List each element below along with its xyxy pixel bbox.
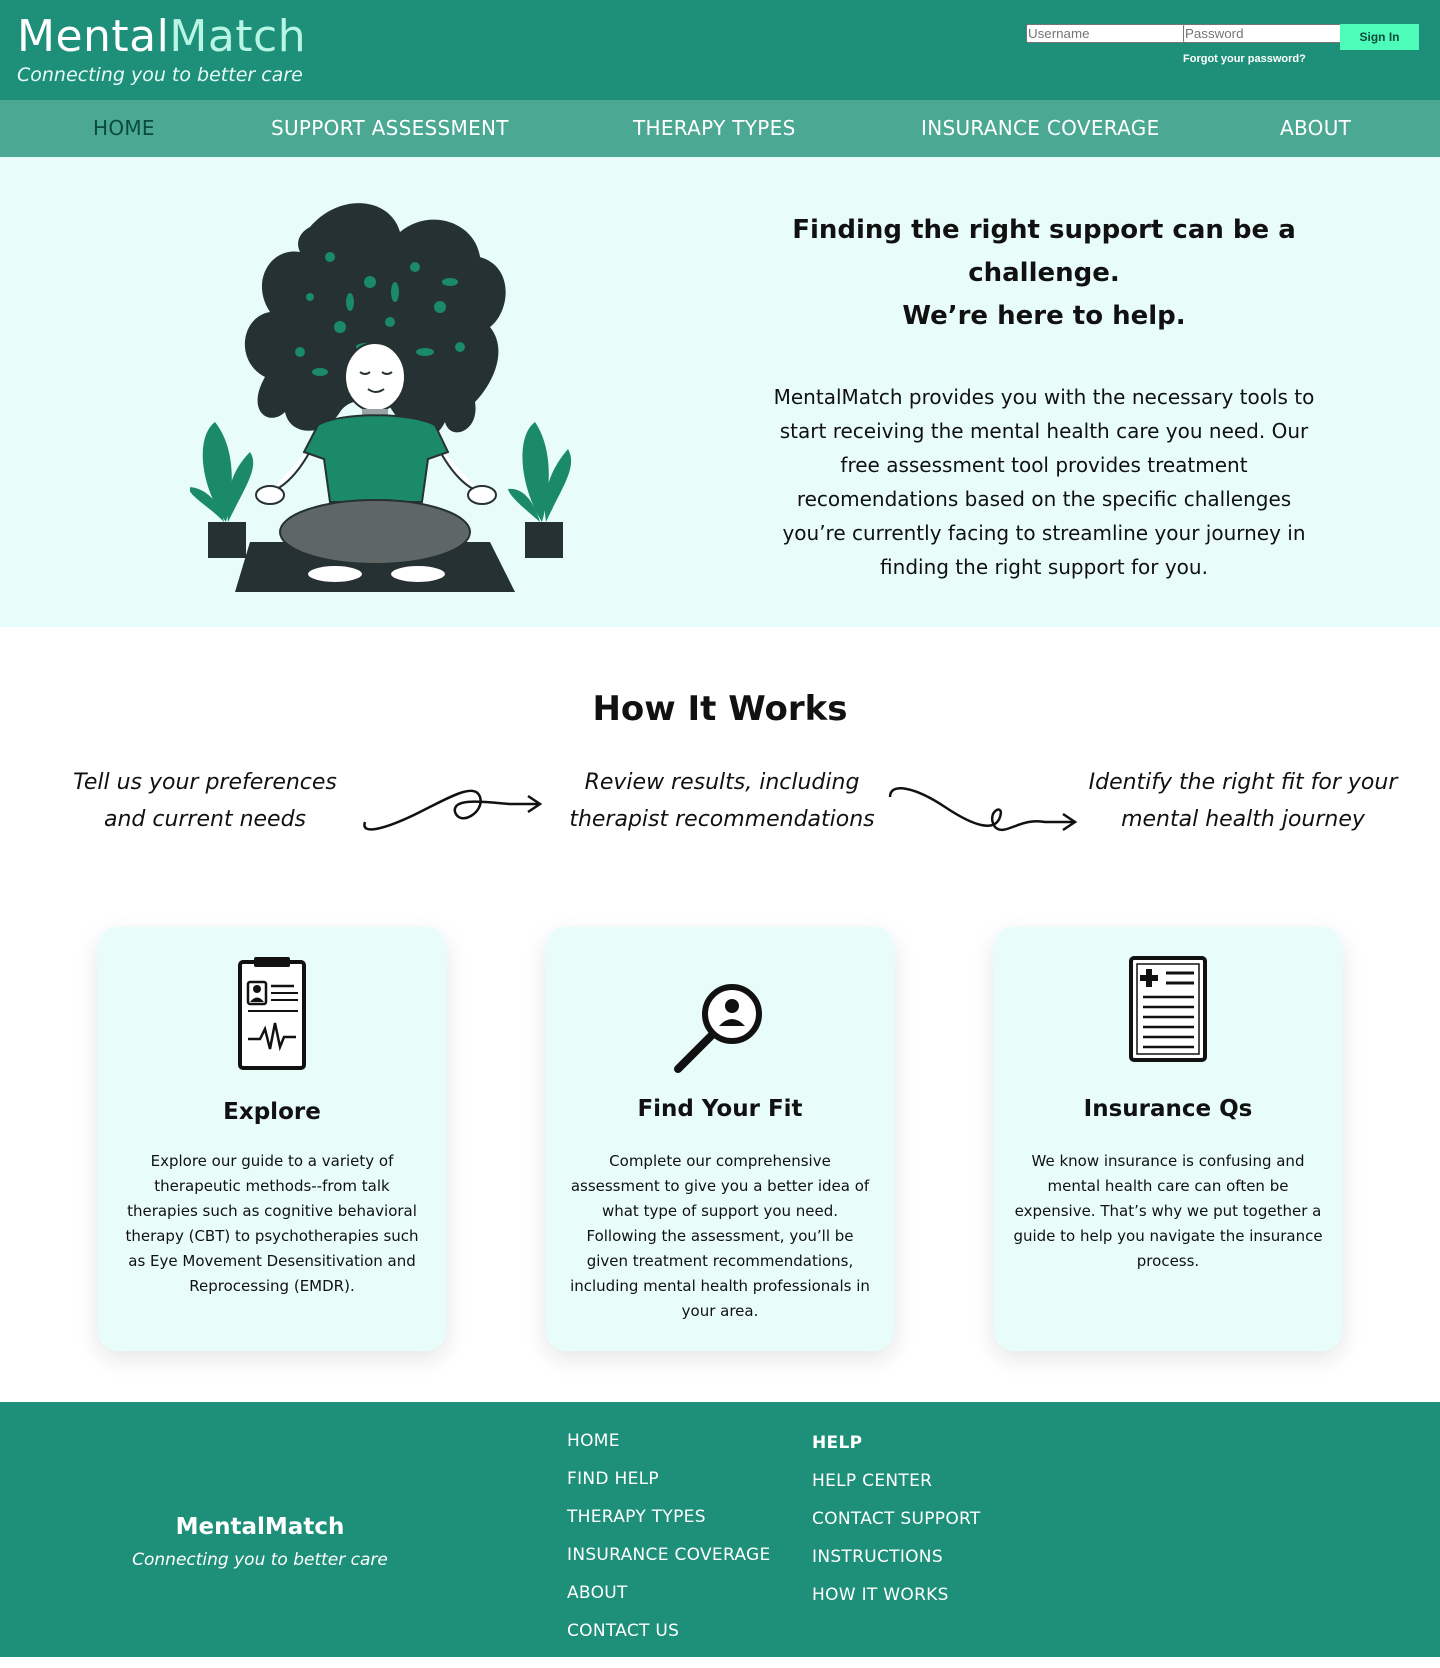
- hero-text: Finding the right support can be a chall…: [764, 209, 1324, 584]
- step-2: Review results, including therapist reco…: [569, 770, 875, 832]
- card-explore[interactable]: Explore Explore our guide to a variety o…: [97, 927, 447, 1351]
- meditating-woman-illustration: [190, 203, 572, 592]
- footer-link-contact-support[interactable]: CONTACT SUPPORT: [812, 1500, 981, 1538]
- footer-link-about[interactable]: ABOUT: [567, 1574, 771, 1612]
- site-footer: MentalMatch Connecting you to better car…: [0, 1402, 1440, 1657]
- username-input[interactable]: [1026, 24, 1207, 43]
- brand-name: MentalMatch: [17, 12, 306, 62]
- footer-brand: MentalMatch Connecting you to better car…: [120, 1514, 400, 1570]
- hero-heading-line2: We’re here to help.: [902, 301, 1186, 331]
- curly-arrow-icon: [363, 789, 543, 831]
- footer-link-insurance-coverage[interactable]: INSURANCE COVERAGE: [567, 1536, 771, 1574]
- footer-link-home[interactable]: HOME: [567, 1422, 771, 1460]
- site-header: MentalMatch Connecting you to better car…: [0, 0, 1440, 100]
- footer-help-heading: HELP: [812, 1433, 863, 1453]
- nav-item-support-assessment[interactable]: SUPPORT ASSESSMENT: [271, 100, 509, 157]
- how-it-works-section: How It Works Tell us your preferences an…: [0, 627, 1440, 927]
- footer-nav-links: HOME FIND HELP THERAPY TYPES INSURANCE C…: [567, 1422, 771, 1650]
- step-1: Tell us your preferences and current nee…: [73, 770, 337, 832]
- card-title: Insurance Qs: [1083, 1096, 1253, 1122]
- brand[interactable]: MentalMatch Connecting you to better car…: [17, 12, 306, 87]
- nav-item-about[interactable]: ABOUT: [1280, 100, 1351, 157]
- step-3: Identify the right fit for your mental h…: [1088, 770, 1398, 832]
- card-insurance-qs[interactable]: Insurance Qs We know insurance is confus…: [993, 927, 1343, 1351]
- footer-help-links: HELP HELP CENTER CONTACT SUPPORT INSTRUC…: [812, 1424, 981, 1614]
- card-find-your-fit[interactable]: Find Your Fit Complete our comprehensive…: [545, 927, 895, 1351]
- magnifier-icon: [545, 982, 895, 1077]
- main-nav: HOME SUPPORT ASSESSMENT THERAPY TYPES IN…: [0, 100, 1440, 157]
- nav-item-therapy-types[interactable]: THERAPY TYPES: [633, 100, 796, 157]
- curly-arrow-icon: [888, 787, 1078, 832]
- footer-brand-name: MentalMatch: [175, 1514, 345, 1540]
- brand-tagline: Connecting you to better care: [17, 64, 303, 86]
- hero-heading-line1: Finding the right support can be a chall…: [792, 215, 1296, 288]
- nav-item-insurance-coverage[interactable]: INSURANCE COVERAGE: [921, 100, 1160, 157]
- hero-body: MentalMatch provides you with the necess…: [773, 385, 1315, 579]
- card-body: Explore our guide to a variety of therap…: [125, 1152, 419, 1295]
- clipboard-icon: [97, 957, 447, 1072]
- footer-link-instructions[interactable]: INSTRUCTIONS: [812, 1538, 981, 1576]
- card-title: Explore: [223, 1099, 321, 1125]
- how-it-works-title: How It Works: [592, 689, 848, 729]
- feature-cards: Explore Explore our guide to a variety o…: [0, 927, 1440, 1402]
- password-input[interactable]: [1183, 24, 1364, 43]
- sign-in-button[interactable]: Sign In: [1340, 24, 1419, 50]
- card-body: Complete our comprehensive assessment to…: [570, 1152, 870, 1320]
- footer-link-find-help[interactable]: FIND HELP: [567, 1460, 771, 1498]
- hero-section: Finding the right support can be a chall…: [0, 157, 1440, 627]
- brand-name-second: Match: [169, 11, 307, 62]
- footer-tagline: Connecting you to better care: [132, 1550, 388, 1570]
- hero-heading: Finding the right support can be a chall…: [764, 209, 1324, 338]
- footer-link-therapy-types[interactable]: THERAPY TYPES: [567, 1498, 771, 1536]
- card-title: Find Your Fit: [637, 1096, 803, 1122]
- nav-item-home[interactable]: HOME: [93, 100, 155, 157]
- forgot-password-link[interactable]: Forgot your password?: [1183, 53, 1306, 65]
- footer-link-contact-us[interactable]: CONTACT US: [567, 1612, 771, 1650]
- brand-name-first: Mental: [17, 11, 170, 62]
- footer-link-how-it-works[interactable]: HOW IT WORKS: [812, 1576, 981, 1614]
- card-body: We know insurance is confusing and menta…: [1013, 1152, 1323, 1270]
- footer-link-help-center[interactable]: HELP CENTER: [812, 1462, 981, 1500]
- medical-document-icon: [993, 955, 1343, 1063]
